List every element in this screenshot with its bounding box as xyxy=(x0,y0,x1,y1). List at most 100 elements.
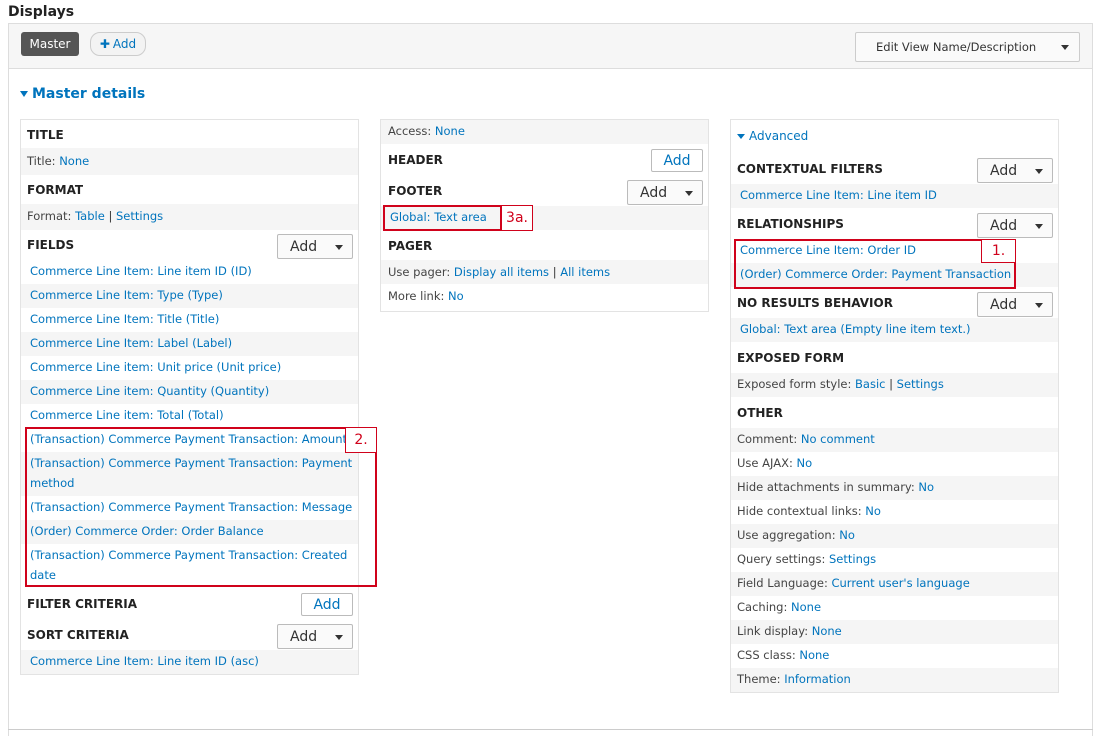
chevron-down-icon xyxy=(1035,303,1043,308)
edit-view-dropdown[interactable]: Edit View Name/Description xyxy=(855,32,1080,62)
advanced-toggle[interactable]: Advanced xyxy=(737,129,808,143)
setting-label: Theme: xyxy=(737,672,781,686)
access-label: Access: xyxy=(388,124,432,138)
other-setting-theme: Theme: Information xyxy=(737,672,851,686)
setting-value-link[interactable]: Current user's language xyxy=(831,576,969,590)
setting-value-link[interactable]: Settings xyxy=(829,552,876,566)
access-value-link[interactable]: None xyxy=(435,124,465,138)
caret-down-icon xyxy=(20,91,28,97)
format-settings-link[interactable]: Settings xyxy=(116,209,163,223)
noresults-add-button[interactable]: Add xyxy=(977,292,1053,317)
add-label: Add xyxy=(640,184,668,201)
tab-master[interactable]: Master xyxy=(21,32,79,56)
field-item[interactable]: Commerce Line Item: Line item ID (ID) xyxy=(30,264,252,278)
access-setting: Access: None xyxy=(388,124,465,138)
chevron-down-icon xyxy=(335,245,343,250)
setting-label: Hide contextual links: xyxy=(737,504,862,518)
section-exposed-heading: EXPOSED FORM xyxy=(737,351,845,365)
section-other-heading: OTHER xyxy=(737,406,783,420)
field-item[interactable]: Commerce Line Item: Label (Label) xyxy=(30,336,232,350)
field-item[interactable]: Commerce Line Item: Type (Type) xyxy=(30,288,223,302)
use-pager-all-link[interactable]: All items xyxy=(560,265,610,279)
master-details-label: Master details xyxy=(32,86,146,102)
more-link-label: More link: xyxy=(388,289,445,303)
other-setting-attachments: Hide attachments in summary: No xyxy=(737,480,934,494)
divider xyxy=(8,729,1093,730)
section-title-heading: TITLE xyxy=(27,128,64,142)
field-item[interactable]: Commerce Line item: Unit price (Unit pri… xyxy=(30,360,281,374)
use-pager-setting: Use pager: Display all items | All items xyxy=(388,265,610,279)
exposed-value-link[interactable]: Basic xyxy=(855,377,885,391)
format-value-link[interactable]: Table xyxy=(75,209,105,223)
chevron-down-icon xyxy=(1035,224,1043,229)
setting-value-link[interactable]: No xyxy=(865,504,881,518)
add-display-button[interactable]: ✚ Add xyxy=(90,32,146,56)
format-label: Format: xyxy=(27,209,72,223)
other-setting-ajax: Use AJAX: No xyxy=(737,456,812,470)
add-label: Add xyxy=(990,162,1018,179)
master-details-toggle[interactable]: Master details xyxy=(20,86,145,102)
other-setting-link-display: Link display: None xyxy=(737,624,842,638)
setting-label: Use aggregation: xyxy=(737,528,836,542)
separator: | xyxy=(552,265,557,279)
annotation-tag-1: 1. xyxy=(981,239,1016,263)
sort-item[interactable]: Commerce Line Item: Line item ID (asc) xyxy=(30,654,259,668)
setting-value-link[interactable]: No xyxy=(839,528,855,542)
title-label: Title: xyxy=(27,154,56,168)
title-value-link[interactable]: None xyxy=(59,154,89,168)
setting-value-link[interactable]: Information xyxy=(784,672,851,686)
noresults-item[interactable]: Global: Text area (Empty line item text.… xyxy=(740,322,971,336)
setting-value-link[interactable]: None xyxy=(791,600,821,614)
relationships-add-button[interactable]: Add xyxy=(977,213,1053,238)
edit-view-label: Edit View Name/Description xyxy=(876,40,1037,54)
sort-add-button[interactable]: Add xyxy=(277,624,353,649)
setting-value-link[interactable]: No xyxy=(918,480,934,494)
separator: | xyxy=(108,209,113,223)
setting-label: Query settings: xyxy=(737,552,826,566)
section-sort-heading: SORT CRITERIA xyxy=(27,628,129,642)
field-item[interactable]: Commerce Line item: Total (Total) xyxy=(30,408,224,422)
contextual-add-button[interactable]: Add xyxy=(977,158,1053,183)
header-add-button[interactable]: Add xyxy=(651,149,703,172)
field-item[interactable]: Commerce Line Item: Title (Title) xyxy=(30,312,219,326)
filter-add-button[interactable]: Add xyxy=(301,593,353,616)
add-label: Add xyxy=(990,217,1018,234)
setting-label: Link display: xyxy=(737,624,809,638)
caret-down-icon xyxy=(737,133,745,139)
fields-add-button[interactable]: Add xyxy=(277,234,353,259)
section-fields-heading: FIELDS xyxy=(27,238,75,252)
annotation-tag-2: 2. xyxy=(345,427,377,453)
setting-value-link[interactable]: No comment xyxy=(801,432,875,446)
setting-value-link[interactable]: None xyxy=(812,624,842,638)
separator: | xyxy=(889,377,893,391)
setting-value-link[interactable]: None xyxy=(799,648,829,662)
section-relationships-heading: RELATIONSHIPS xyxy=(737,217,844,231)
footer-add-button[interactable]: Add xyxy=(627,180,703,205)
other-setting-contextual-links: Hide contextual links: No xyxy=(737,504,881,518)
setting-label: Hide attachments in summary: xyxy=(737,480,915,494)
section-header-heading: HEADER xyxy=(388,153,443,167)
chevron-down-icon xyxy=(685,191,693,196)
other-setting-field-language: Field Language: Current user's language xyxy=(737,576,970,590)
use-pager-value-link[interactable]: Display all items xyxy=(454,265,549,279)
other-setting-comment: Comment: No comment xyxy=(737,432,875,446)
setting-label: CSS class: xyxy=(737,648,796,662)
contextual-item[interactable]: Commerce Line Item: Line item ID xyxy=(740,188,937,202)
section-footer-heading: FOOTER xyxy=(388,184,443,198)
section-contextual-heading: CONTEXTUAL FILTERS xyxy=(737,162,883,176)
setting-value-link[interactable]: No xyxy=(796,456,812,470)
exposed-settings-link[interactable]: Settings xyxy=(897,377,944,391)
annotation-tag-3a: 3a. xyxy=(501,205,533,231)
plus-icon: ✚ xyxy=(99,37,110,51)
field-item[interactable]: Commerce Line item: Quantity (Quantity) xyxy=(30,384,269,398)
add-label: Add xyxy=(990,296,1018,313)
more-link-value-link[interactable]: No xyxy=(448,289,464,303)
title-setting: Title: None xyxy=(27,154,89,168)
more-link-setting: More link: No xyxy=(388,289,464,303)
annotation-box-1 xyxy=(734,239,1016,289)
advanced-label: Advanced xyxy=(749,129,809,143)
annotation-box-2 xyxy=(25,427,377,587)
other-setting-aggregation: Use aggregation: No xyxy=(737,528,855,542)
chevron-down-icon xyxy=(1061,45,1069,50)
section-noresults-heading: NO RESULTS BEHAVIOR xyxy=(737,296,893,310)
